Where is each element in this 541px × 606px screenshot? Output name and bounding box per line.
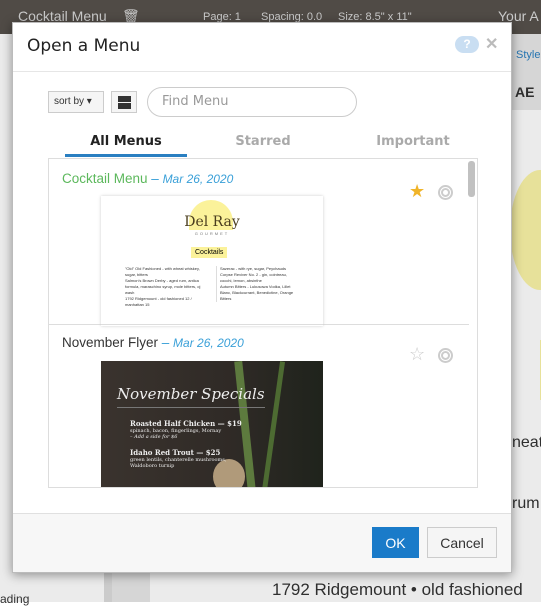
- flyer-thumbnail: November Specials Roasted Half Chicken —…: [101, 361, 323, 487]
- divider: [13, 71, 511, 72]
- dialog-title: Open a Menu: [27, 36, 141, 56]
- logo-subtitle: GOURMET: [194, 231, 230, 236]
- sort-by-dropdown[interactable]: sort by ▾: [48, 91, 104, 113]
- active-tab-indicator: [65, 154, 187, 157]
- separator: –: [147, 171, 163, 186]
- help-icon[interactable]: ?: [455, 36, 479, 53]
- list-item[interactable]: Cocktail Menu – Mar 26, 2020 ★ Del Ray G…: [49, 159, 469, 325]
- star-filled-icon[interactable]: ★: [409, 181, 425, 202]
- separator: –: [158, 335, 174, 350]
- important-target-icon[interactable]: [438, 348, 453, 363]
- thumb-line: "Old" Old Fashioned - with wheat whiskey…: [125, 266, 200, 277]
- flyer-heading: November Specials: [117, 385, 265, 408]
- thumb-heading: Cocktails: [191, 247, 228, 258]
- menu-date: Mar 26, 2020: [173, 336, 244, 350]
- important-target-icon[interactable]: [438, 185, 453, 200]
- cancel-button[interactable]: Cancel: [427, 527, 497, 558]
- ok-button[interactable]: OK: [372, 527, 419, 558]
- view-toggle-button[interactable]: [111, 91, 137, 113]
- scrollbar[interactable]: [468, 161, 475, 197]
- menu-thumbnail: Del Ray GOURMET Cocktails "Old" Old Fash…: [101, 196, 323, 326]
- tab-all-menus[interactable]: All Menus: [65, 134, 187, 149]
- thumb-line: Corpse Reviver No. 2 - gin, cointreau, c…: [220, 272, 287, 283]
- thumb-line: Salmon's Brown Derby - aged rum, antica …: [125, 278, 201, 295]
- menu-date: Mar 26, 2020: [162, 172, 234, 186]
- open-menu-dialog: Open a Menu ? ✕ sort by ▾ Find Menu All …: [12, 22, 512, 573]
- thumb-line: Autumn Bitters - Lukusowa Vodka, Lillet …: [220, 284, 294, 301]
- find-menu-input[interactable]: Find Menu: [147, 87, 357, 117]
- flyer-dish: Idaho Red Trout — $25: [130, 448, 221, 457]
- star-outline-icon[interactable]: ☆: [409, 344, 425, 365]
- menu-name[interactable]: November Flyer: [62, 335, 158, 350]
- tab-important[interactable]: Important: [343, 134, 483, 149]
- list-item[interactable]: November Flyer – Mar 26, 2020 ☆ November…: [49, 326, 469, 487]
- logo-text: Del Ray: [184, 214, 240, 230]
- list-view-icon: [118, 96, 131, 102]
- flyer-dish: Roasted Half Chicken — $19: [130, 419, 242, 428]
- menu-name[interactable]: Cocktail Menu: [62, 171, 148, 186]
- close-icon[interactable]: ✕: [485, 34, 498, 54]
- tab-starred[interactable]: Starred: [203, 134, 323, 149]
- flyer-desc: – Add a side for $6: [130, 434, 178, 440]
- menu-list: Cocktail Menu – Mar 26, 2020 ★ Del Ray G…: [48, 158, 478, 488]
- thumb-line: 1792 Ridgemount - old fashioned 12 / man…: [125, 296, 192, 307]
- flyer-desc: green lentils, chanterelle mushrooms, Wa…: [130, 457, 227, 469]
